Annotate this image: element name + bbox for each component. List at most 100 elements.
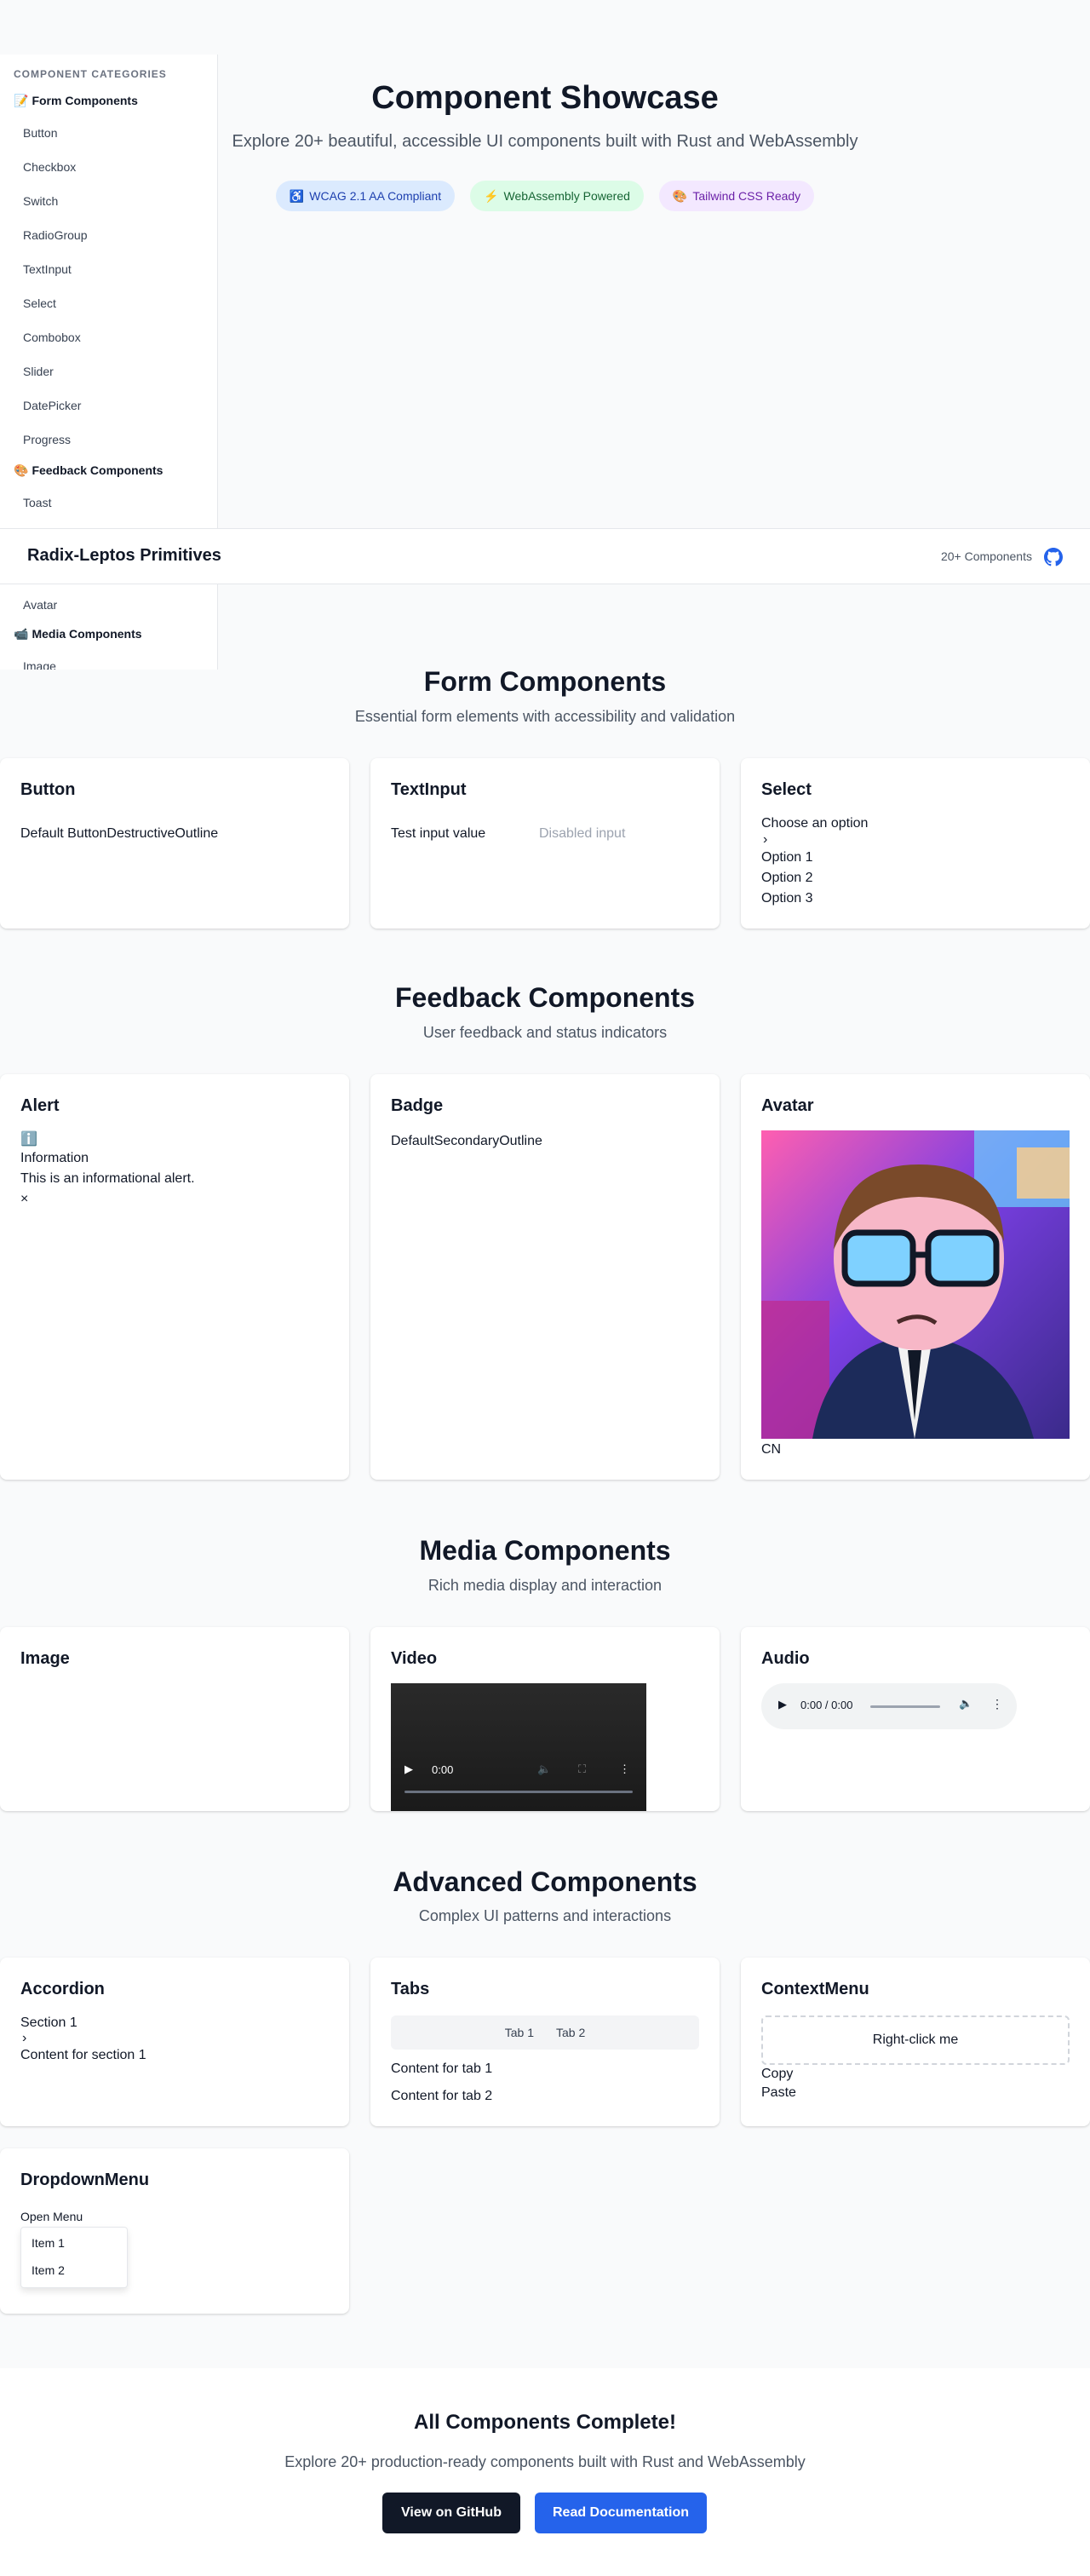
sidebar-category-label: Form Components	[32, 94, 138, 107]
sidebar-item-combobox[interactable]: Combobox	[23, 331, 81, 344]
more-icon[interactable]: ⋮	[619, 1762, 630, 1776]
final-title: All Components Complete!	[413, 2411, 676, 2434]
sidebar-item-radiogroup[interactable]: RadioGroup	[23, 228, 88, 242]
tabs-list: Tab 1 Tab 2	[391, 2015, 699, 2050]
audio-player[interactable]: ▶ 0:00 / 0:00 🔈 ⋮	[761, 1683, 1017, 1729]
dropdown-item[interactable]: Item 1	[32, 2236, 65, 2250]
final-cta: All Components Complete! Explore 20+ pro…	[0, 2368, 1090, 2576]
hero-subtitle: Explore 20+ beautiful, accessible UI com…	[232, 132, 858, 151]
sidebar-item-select[interactable]: Select	[23, 296, 56, 310]
tabs-card: Tabs Tab 1 Tab 2 Content for tab 1 Conte…	[370, 1958, 720, 2126]
image-card: Image	[0, 1627, 349, 1811]
final-subtitle: Explore 20+ production-ready components …	[284, 2453, 806, 2470]
badge-card: Badge DefaultSecondaryOutline	[370, 1074, 720, 1480]
dropdown-item[interactable]: Item 2	[32, 2263, 65, 2277]
sidebar-item-switch[interactable]: Switch	[23, 194, 58, 208]
card-title: Image	[20, 1649, 70, 1668]
card-title: Badge	[391, 1096, 444, 1115]
card-title: ContextMenu	[761, 1980, 869, 1998]
badge-tailwind-label: Tailwind CSS Ready	[692, 189, 801, 203]
more-icon[interactable]: ⋮	[991, 1697, 1003, 1711]
video-camera-icon: 📹	[14, 627, 29, 641]
context-menu-item[interactable]: Paste	[761, 2085, 796, 2101]
accessibility-icon: ♿	[289, 188, 305, 203]
play-icon[interactable]: ▶	[404, 1762, 413, 1776]
sidebar-category-media[interactable]: 📹 Media Components	[14, 627, 142, 641]
brand-title[interactable]: Radix-Leptos Primitives	[27, 546, 221, 566]
textinput-card: TextInput Test input value Disabled inpu…	[370, 758, 720, 929]
palette-icon: 🎨	[14, 463, 29, 477]
audio-progress-bar[interactable]	[870, 1705, 940, 1708]
select-card: Select Choose an option › Option 1 Optio…	[741, 758, 1090, 929]
fullscreen-icon[interactable]: ⛶	[578, 1762, 586, 1776]
sidebar-item-avatar[interactable]: Avatar	[23, 598, 57, 612]
sidebar-category-label: Feedback Components	[32, 463, 164, 477]
avatar-fallback: CN	[761, 1442, 782, 1457]
text-input[interactable]: Test input value	[391, 826, 485, 842]
volume-icon[interactable]: 🔈	[537, 1762, 551, 1776]
top-header: Radix-Leptos Primitives 20+ Components	[0, 528, 1090, 584]
accordion-card: Accordion Section 1 › Content for sectio…	[0, 1958, 349, 2126]
play-icon[interactable]: ▶	[778, 1698, 787, 1711]
sidebar-heading: COMPONENT CATEGORIES	[14, 68, 167, 80]
context-menu-item[interactable]: Copy	[761, 2067, 793, 2082]
info-icon: ℹ️	[20, 1132, 37, 1147]
form-section-title: Form Components	[423, 666, 667, 697]
volume-icon[interactable]: 🔈	[959, 1697, 972, 1711]
lightning-icon: ⚡	[484, 188, 499, 203]
badge-tailwind: 🎨 Tailwind CSS Ready	[658, 181, 815, 211]
hero-badges: ♿ WCAG 2.1 AA Compliant ⚡ WebAssembly Po…	[218, 181, 872, 211]
button-variants[interactable]: Default ButtonDestructiveOutline	[20, 826, 218, 842]
dropdown-trigger[interactable]: Open Menu	[20, 2210, 83, 2223]
chevron-right-icon[interactable]: ›	[763, 832, 767, 848]
palette-icon: 🎨	[672, 188, 688, 203]
card-title: Avatar	[761, 1096, 814, 1115]
sidebar-category-form[interactable]: 📝 Form Components	[14, 94, 138, 108]
tab-content: Content for tab 2	[391, 2089, 493, 2103]
badge-wasm: ⚡ WebAssembly Powered	[470, 181, 644, 211]
card-title: DropdownMenu	[20, 2171, 150, 2189]
select-option[interactable]: Option 2	[761, 871, 812, 886]
disabled-input: Disabled input	[539, 826, 626, 841]
sidebar-item-datepicker[interactable]: DatePicker	[23, 399, 81, 412]
avatar-image	[761, 1130, 1070, 1439]
chevron-right-icon[interactable]: ›	[22, 2031, 26, 2046]
video-time: 0:00	[432, 1763, 454, 1776]
tab-1[interactable]: Tab 1	[505, 2026, 534, 2039]
sidebar-item-checkbox[interactable]: Checkbox	[23, 160, 76, 174]
context-menu-trigger[interactable]: Right-click me	[761, 2015, 1070, 2065]
github-icon[interactable]	[1044, 548, 1063, 566]
feedback-section-title: Feedback Components	[394, 982, 696, 1013]
card-title: Alert	[20, 1096, 60, 1115]
form-section-subtitle: Essential form elements with accessibili…	[354, 708, 736, 725]
audio-time: 0:00 / 0:00	[800, 1699, 853, 1711]
tab-2[interactable]: Tab 2	[556, 2026, 585, 2039]
card-title: Tabs	[391, 1980, 430, 1998]
component-count: 20+ Components	[940, 549, 1032, 563]
sidebar-item-button[interactable]: Button	[23, 126, 57, 140]
sidebar-category-feedback[interactable]: 🎨 Feedback Components	[14, 463, 163, 478]
sidebar-item-toast[interactable]: Toast	[23, 496, 51, 509]
sidebar-item-progress[interactable]: Progress	[23, 433, 71, 446]
view-on-github-button[interactable]: View on GitHub	[382, 2493, 520, 2533]
card-title: TextInput	[391, 780, 467, 799]
accordion-trigger[interactable]: Section 1	[20, 2015, 77, 2031]
sidebar-item-textinput[interactable]: TextInput	[23, 262, 72, 276]
read-documentation-button[interactable]: Read Documentation	[535, 2493, 707, 2533]
select-option[interactable]: Option 3	[761, 891, 812, 906]
select-trigger[interactable]: Choose an option	[761, 816, 868, 831]
button-card: Button Default ButtonDestructiveOutline	[0, 758, 349, 929]
close-icon[interactable]: ×	[20, 1192, 28, 1207]
sidebar-item-slider[interactable]: Slider	[23, 365, 54, 378]
badge-variants: DefaultSecondaryOutline	[391, 1134, 542, 1148]
audio-card: Audio ▶ 0:00 / 0:00 🔈 ⋮	[741, 1627, 1090, 1811]
video-progress-bar[interactable]	[404, 1791, 633, 1793]
alert-message: This is an informational alert.	[20, 1171, 195, 1186]
accordion-content: Content for section 1	[20, 2048, 146, 2062]
avatar-card: Avatar CN	[741, 1074, 1090, 1480]
select-option[interactable]: Option 1	[761, 850, 812, 865]
video-player[interactable]: ▶ 0:00 🔈 ⛶ ⋮	[391, 1683, 646, 1811]
alert-card: Alert ℹ️ Information This is an informat…	[0, 1074, 349, 1480]
advanced-section-subtitle: Complex UI patterns and interactions	[418, 1907, 672, 1924]
card-title: Accordion	[20, 1980, 105, 1998]
